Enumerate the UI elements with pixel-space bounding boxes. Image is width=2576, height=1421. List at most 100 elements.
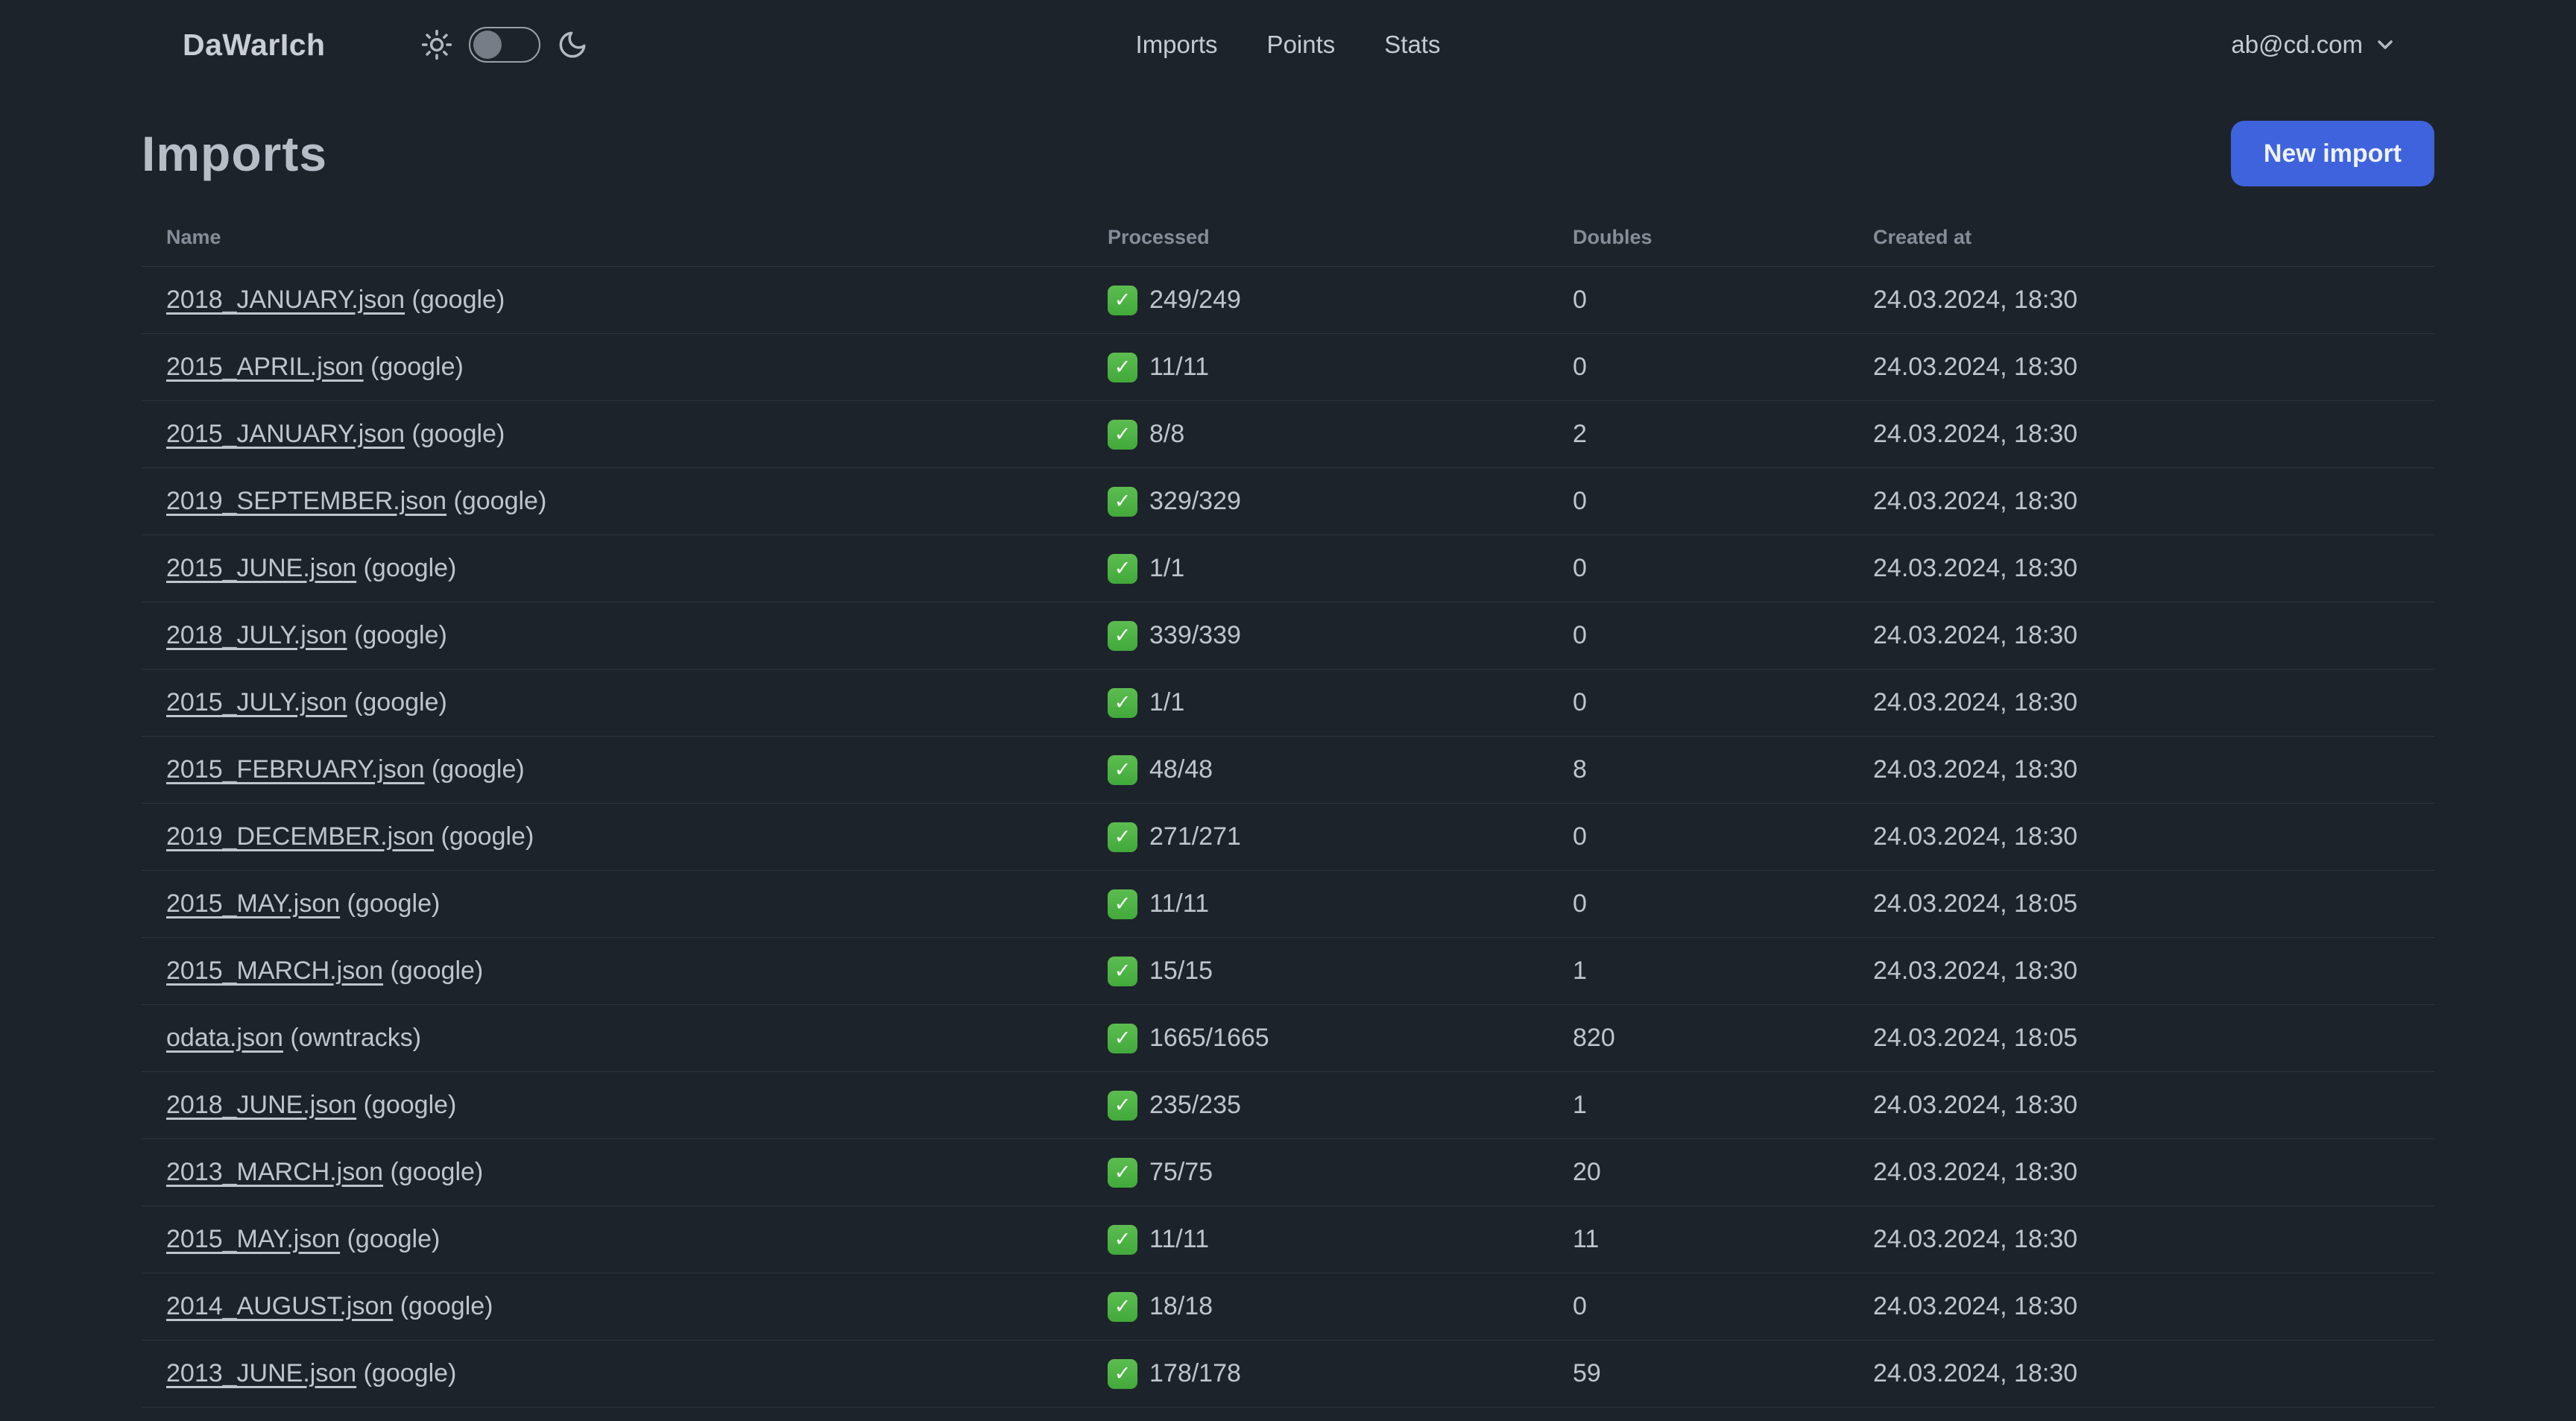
name-cell: 2013_MARCH.json (google) bbox=[142, 1158, 1108, 1187]
import-file-link[interactable]: 2015_JANUARY.json bbox=[166, 420, 405, 448]
created-at-cell: 24.03.2024, 18:30 bbox=[1873, 487, 2078, 515]
import-file-link[interactable]: 2013_MARCH.json bbox=[166, 1158, 383, 1186]
user-menu[interactable]: ab@cd.com bbox=[2231, 31, 2397, 59]
processed-count: 18/18 bbox=[1149, 1292, 1213, 1320]
processed-cell: ✓ 48/48 bbox=[1108, 754, 1573, 785]
processed-cell: ✓ 11/11 bbox=[1108, 352, 1573, 382]
column-header-processed: Processed bbox=[1108, 226, 1210, 248]
table-row: 2015_APRIL.json (google) ✓ 11/11 0 24.03… bbox=[142, 334, 2434, 401]
name-cell: 2015_JUNE.json (google) bbox=[142, 554, 1108, 583]
processed-count: 235/235 bbox=[1149, 1091, 1241, 1119]
processed-count: 48/48 bbox=[1149, 755, 1213, 784]
check-icon: ✓ bbox=[1108, 553, 1137, 584]
import-file-link[interactable]: 2015_MAY.json bbox=[166, 889, 340, 918]
name-cell: 2014_AUGUST.json (google) bbox=[142, 1292, 1108, 1321]
nav-link-stats[interactable]: Stats bbox=[1384, 31, 1440, 59]
table-body: 2018_JANUARY.json (google) ✓ 249/249 0 2… bbox=[142, 267, 2434, 1408]
check-icon: ✓ bbox=[1108, 822, 1137, 852]
check-icon: ✓ bbox=[1108, 889, 1137, 919]
nav-link-imports[interactable]: Imports bbox=[1136, 31, 1218, 59]
name-cell: 2013_JUNE.json (google) bbox=[142, 1359, 1108, 1388]
import-file-link[interactable]: 2018_JUNE.json bbox=[166, 1091, 356, 1119]
doubles-cell: 0 bbox=[1573, 487, 1587, 515]
new-import-button[interactable]: New import bbox=[2230, 121, 2434, 186]
nav-link-points[interactable]: Points bbox=[1267, 31, 1336, 59]
name-cell: 2018_JANUARY.json (google) bbox=[142, 286, 1108, 315]
created-at-cell: 24.03.2024, 18:30 bbox=[1873, 286, 2078, 314]
table-row: 2019_SEPTEMBER.json (google) ✓ 329/329 0… bbox=[142, 468, 2434, 535]
check-icon: ✓ bbox=[1108, 754, 1137, 785]
import-file-link[interactable]: 2019_SEPTEMBER.json bbox=[166, 487, 446, 515]
doubles-cell: 59 bbox=[1573, 1359, 1601, 1387]
import-source-label: (google) bbox=[363, 1091, 457, 1119]
doubles-cell: 1 bbox=[1573, 957, 1587, 985]
app-logo: DaWarIch bbox=[183, 27, 326, 62]
table-row: 2018_JUNE.json (google) ✓ 235/235 1 24.0… bbox=[142, 1072, 2434, 1139]
created-at-cell: 24.03.2024, 18:30 bbox=[1873, 822, 2078, 851]
theme-toggle-switch[interactable] bbox=[468, 27, 540, 63]
check-icon: ✓ bbox=[1108, 1090, 1137, 1121]
check-icon: ✓ bbox=[1108, 620, 1137, 651]
import-file-link[interactable]: 2015_APRIL.json bbox=[166, 353, 364, 381]
import-file-link[interactable]: 2015_MAY.json bbox=[166, 1225, 340, 1253]
processed-count: 11/11 bbox=[1149, 1225, 1210, 1253]
import-file-link[interactable]: 2018_JANUARY.json bbox=[166, 286, 405, 314]
name-cell: 2015_APRIL.json (google) bbox=[142, 353, 1108, 382]
doubles-cell: 0 bbox=[1573, 889, 1587, 918]
column-header-created-at: Created at bbox=[1873, 226, 1972, 248]
name-cell: 2015_FEBRUARY.json (google) bbox=[142, 755, 1108, 784]
import-source-label: (google) bbox=[400, 1292, 493, 1320]
doubles-cell: 11 bbox=[1573, 1225, 1600, 1253]
nav-links: Imports Points Stats bbox=[1136, 0, 1441, 89]
doubles-cell: 2 bbox=[1573, 420, 1587, 448]
import-file-link[interactable]: 2015_MARCH.json bbox=[166, 957, 383, 985]
check-icon: ✓ bbox=[1108, 1291, 1137, 1322]
created-at-cell: 24.03.2024, 18:30 bbox=[1873, 688, 2078, 716]
theme-toggle-group bbox=[421, 27, 588, 63]
created-at-cell: 24.03.2024, 18:30 bbox=[1873, 957, 2078, 985]
import-file-link[interactable]: 2015_FEBRUARY.json bbox=[166, 755, 425, 784]
import-source-label: (google) bbox=[354, 621, 447, 649]
import-source-label: (owntracks) bbox=[290, 1024, 422, 1052]
import-file-link[interactable]: 2015_JUNE.json bbox=[166, 554, 356, 582]
column-header-doubles: Doubles bbox=[1573, 226, 1652, 248]
check-icon: ✓ bbox=[1108, 352, 1137, 382]
processed-count: 11/11 bbox=[1149, 353, 1210, 381]
table-row: 2014_AUGUST.json (google) ✓ 18/18 0 24.0… bbox=[142, 1273, 2434, 1340]
import-file-link[interactable]: 2014_AUGUST.json bbox=[166, 1292, 393, 1320]
created-at-cell: 24.03.2024, 18:30 bbox=[1873, 1225, 2078, 1253]
import-source-label: (google) bbox=[453, 487, 547, 515]
processed-cell: ✓ 235/235 bbox=[1108, 1090, 1573, 1121]
created-at-cell: 24.03.2024, 18:30 bbox=[1873, 755, 2078, 784]
doubles-cell: 0 bbox=[1573, 286, 1587, 314]
processed-count: 8/8 bbox=[1149, 420, 1185, 448]
doubles-cell: 820 bbox=[1573, 1024, 1615, 1052]
import-file-link[interactable]: odata.json bbox=[166, 1024, 283, 1052]
table-row: 2015_MAY.json (google) ✓ 11/11 11 24.03.… bbox=[142, 1206, 2434, 1273]
check-icon: ✓ bbox=[1108, 687, 1137, 718]
import-file-link[interactable]: 2015_JULY.json bbox=[166, 688, 347, 716]
name-cell: 2015_MARCH.json (google) bbox=[142, 957, 1108, 986]
import-file-link[interactable]: 2018_JULY.json bbox=[166, 621, 347, 649]
created-at-cell: 24.03.2024, 18:05 bbox=[1873, 1024, 2078, 1052]
import-source-label: (google) bbox=[411, 420, 505, 448]
doubles-cell: 0 bbox=[1573, 688, 1587, 716]
doubles-cell: 0 bbox=[1573, 353, 1587, 381]
processed-count: 339/339 bbox=[1149, 621, 1241, 649]
check-icon: ✓ bbox=[1108, 1023, 1137, 1053]
processed-count: 329/329 bbox=[1149, 487, 1241, 515]
name-cell: 2015_JULY.json (google) bbox=[142, 688, 1108, 717]
created-at-cell: 24.03.2024, 18:30 bbox=[1873, 1359, 2078, 1387]
processed-count: 75/75 bbox=[1149, 1158, 1213, 1186]
import-file-link[interactable]: 2013_JUNE.json bbox=[166, 1359, 356, 1387]
name-cell: 2015_JANUARY.json (google) bbox=[142, 420, 1108, 449]
import-file-link[interactable]: 2019_DECEMBER.json bbox=[166, 822, 434, 851]
created-at-cell: 24.03.2024, 18:30 bbox=[1873, 420, 2078, 448]
created-at-cell: 24.03.2024, 18:30 bbox=[1873, 1158, 2078, 1186]
processed-cell: ✓ 1/1 bbox=[1108, 687, 1573, 718]
check-icon: ✓ bbox=[1108, 285, 1137, 315]
page-title: Imports bbox=[142, 126, 328, 181]
table-row: odata.json (owntracks) ✓ 1665/1665 820 2… bbox=[142, 1005, 2434, 1072]
sun-icon bbox=[421, 29, 452, 60]
processed-cell: ✓ 1/1 bbox=[1108, 553, 1573, 584]
